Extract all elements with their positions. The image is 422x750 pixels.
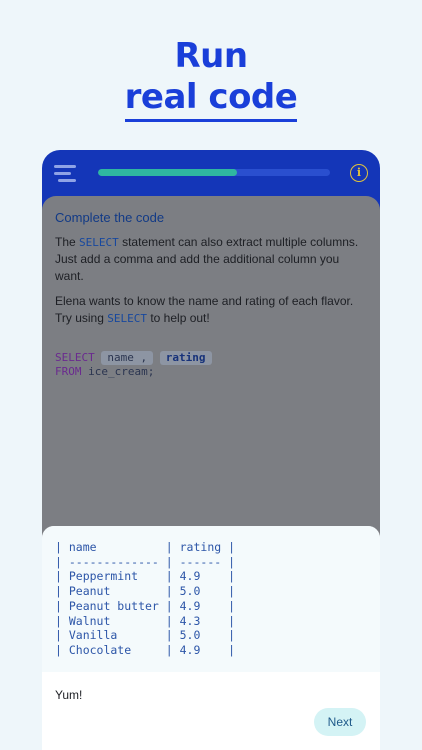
hero-line-1: Run [174, 36, 248, 76]
text: to help out! [147, 311, 210, 325]
instruction-paragraph-1: The SELECT statement can also extract mu… [55, 234, 367, 285]
question-title: Complete the code [55, 210, 165, 225]
feedback-text: Yum! [55, 688, 83, 702]
result-panel: | name | rating | | ------------- | -----… [42, 526, 380, 750]
top-bar: i [42, 150, 380, 202]
table-row: | name | rating | [55, 540, 236, 554]
table-row: | Walnut | 4.3 | [55, 613, 236, 628]
code-editor: SELECT name , rating FROM ice_cream; [55, 351, 367, 379]
result-table: | name | rating | | ------------- | -----… [42, 526, 380, 672]
menu-icon[interactable] [54, 163, 78, 185]
code-text: ice_cream; [81, 365, 155, 378]
code-keyword: FROM [55, 365, 82, 378]
table-row: | ------------- | ------ | [55, 554, 236, 569]
code-keyword: SELECT [55, 351, 95, 364]
phone-screen: i Complete the code The SELECT statement… [42, 150, 380, 750]
text: The [55, 235, 80, 249]
table-row: | Peanut butter | 4.9 | [55, 598, 236, 613]
code-line-2: FROM ice_cream; [55, 365, 367, 379]
progress-bar [98, 169, 330, 176]
table-row: | Peanut | 5.0 | [55, 584, 236, 599]
progress-fill [98, 169, 238, 176]
menu-line [54, 172, 71, 175]
code-blank-1[interactable]: name , [101, 351, 154, 365]
keyword: SELECT [79, 236, 119, 249]
hero-headline: Run real code [0, 36, 422, 122]
menu-line [58, 179, 76, 182]
keyword: SELECT [107, 312, 147, 325]
next-button[interactable]: Next [314, 708, 366, 736]
code-line-1: SELECT name , rating [55, 351, 367, 365]
hero-line-2: real code [124, 76, 298, 122]
table-row: | Vanilla | 5.0 | [55, 628, 236, 643]
code-blank-2[interactable]: rating [159, 351, 212, 365]
info-icon[interactable]: i [350, 164, 368, 182]
table-row: | Chocolate | 4.9 | [55, 642, 236, 657]
menu-line [54, 165, 76, 168]
table-row: | Peppermint | 4.9 | [55, 569, 236, 584]
instruction-paragraph-2: Elena wants to know the name and rating … [55, 293, 367, 327]
